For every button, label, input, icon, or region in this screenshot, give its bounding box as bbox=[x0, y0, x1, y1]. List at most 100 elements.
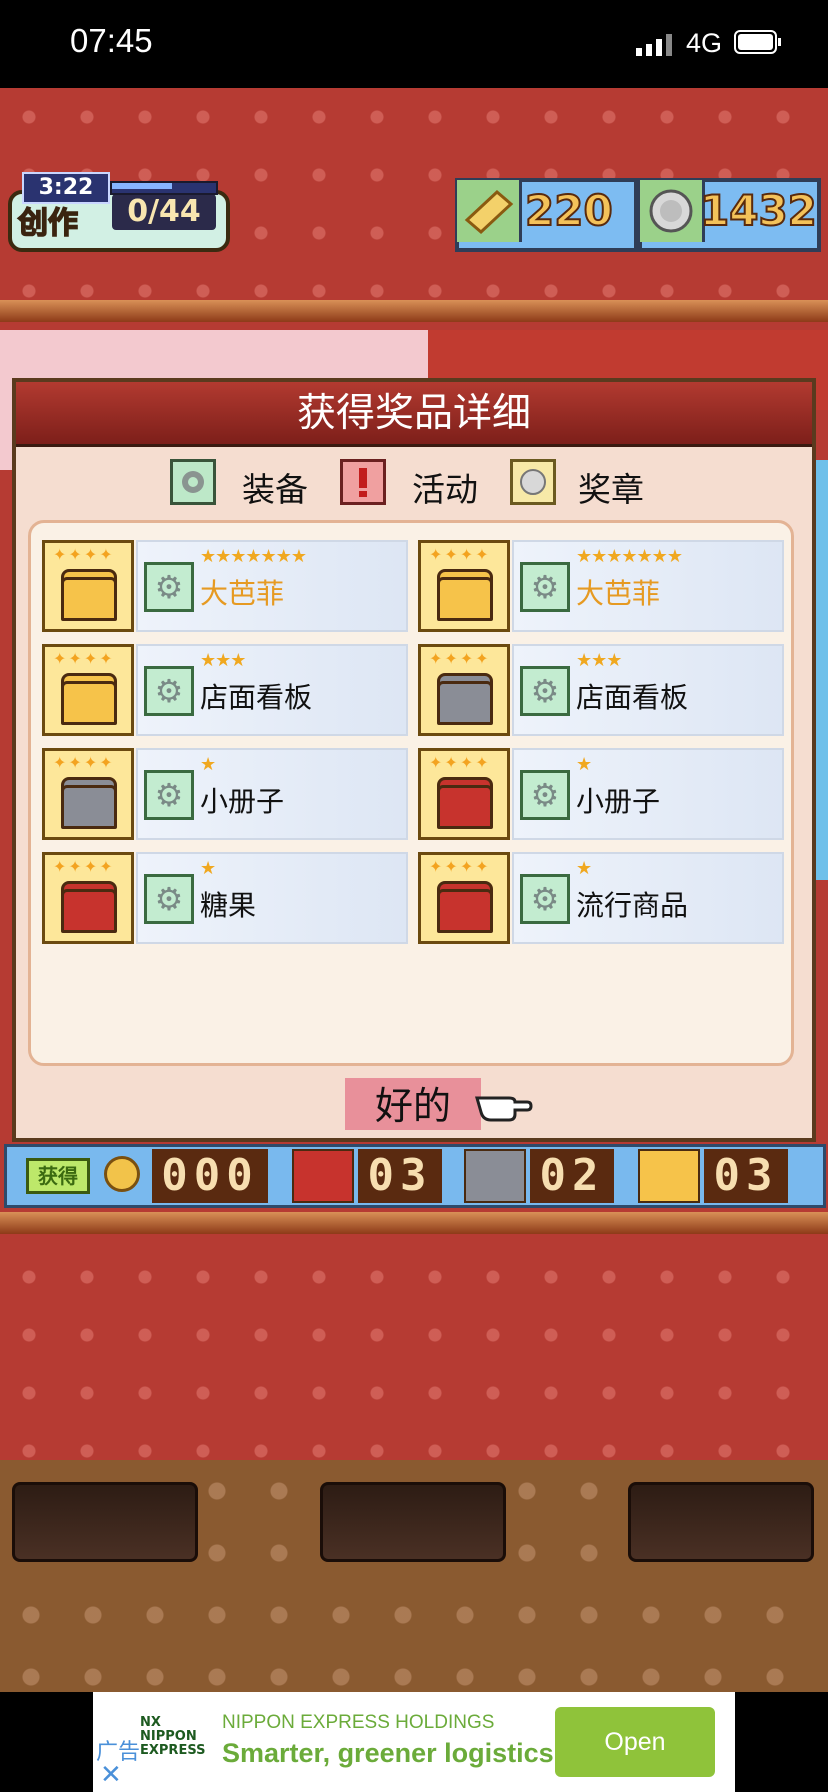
create-timer: 3:22 bbox=[22, 172, 110, 204]
gold-chest-icon: ✦✦✦✦ bbox=[418, 540, 510, 632]
equip-gear-icon: ⚙ bbox=[144, 666, 194, 716]
equip-gear-icon: ⚙ bbox=[144, 562, 194, 612]
red-chest-icon: ✦✦✦✦ bbox=[418, 748, 510, 840]
sparkle-icon: ✦✦✦✦ bbox=[53, 649, 115, 668]
gold-chest-icon bbox=[638, 1149, 700, 1203]
signal-icon bbox=[636, 34, 672, 56]
ticket-value: 220 bbox=[524, 185, 614, 236]
chest-body bbox=[437, 785, 493, 829]
red-chest-icon: ✦✦✦✦ bbox=[418, 852, 510, 944]
prize-info: ⚙ ★ 糖果 bbox=[136, 852, 408, 944]
prize-card: ✦✦✦✦ ⚙ ★ 流行商品 bbox=[418, 852, 784, 944]
chest-body bbox=[437, 889, 493, 933]
equip-gear-icon bbox=[170, 459, 216, 505]
prize-info: ⚙ ★★★ 店面看板 bbox=[512, 644, 784, 736]
prize-card: ✦✦✦✦ ⚙ ★★★★★★★ 大芭菲 bbox=[42, 540, 408, 632]
prize-card: ✦✦✦✦ ⚙ ★★★ 店面看板 bbox=[418, 644, 784, 736]
gold-chest-icon: ✦✦✦✦ bbox=[42, 644, 134, 736]
ticket-icon bbox=[457, 180, 522, 242]
prize-stars: ★★★★★★★ bbox=[576, 546, 683, 567]
silver-chest-icon: ✦✦✦✦ bbox=[42, 748, 134, 840]
sparkle-icon: ✦✦✦✦ bbox=[53, 545, 115, 564]
prize-info: ⚙ ★ 小册子 bbox=[512, 748, 784, 840]
prize-card: ✦✦✦✦ ⚙ ★★★★★★★ 大芭菲 bbox=[418, 540, 784, 632]
prize-name: 流行商品 bbox=[576, 889, 689, 922]
obtained-label: 获得 bbox=[26, 1158, 90, 1194]
ad-close-icon[interactable]: ✕ bbox=[100, 1760, 122, 1790]
prize-card: ✦✦✦✦ ⚙ ★★★ 店面看板 bbox=[42, 644, 408, 736]
equip-gear-icon: ⚙ bbox=[520, 874, 570, 924]
equip-gear-icon: ⚙ bbox=[520, 562, 570, 612]
chest-body bbox=[61, 681, 117, 725]
gold-chest-icon: ✦✦✦✦ bbox=[42, 540, 134, 632]
sparkle-icon: ✦✦✦✦ bbox=[429, 545, 491, 564]
sparkle-icon: ✦✦✦✦ bbox=[429, 649, 491, 668]
prize-stars: ★ bbox=[576, 754, 592, 775]
chest-body bbox=[61, 785, 117, 829]
prize-name: 大芭菲 bbox=[200, 577, 285, 610]
prize-name: 小册子 bbox=[200, 785, 285, 818]
wood-divider bbox=[0, 300, 828, 322]
legend-event-label: 活动 bbox=[412, 470, 478, 509]
chest-body bbox=[437, 681, 493, 725]
legend-equip-label: 装备 bbox=[242, 470, 308, 509]
ad-company: NIPPON EXPRESS HOLDINGS bbox=[222, 1712, 495, 1733]
equip-gear-icon: ⚙ bbox=[520, 770, 570, 820]
prize-card: ✦✦✦✦ ⚙ ★ 小册子 bbox=[418, 748, 784, 840]
create-count: 0/44 bbox=[112, 194, 216, 230]
silver-chest-count: 02 bbox=[530, 1149, 614, 1203]
prize-info: ⚙ ★ 小册子 bbox=[136, 748, 408, 840]
coin-medal-icon bbox=[104, 1156, 140, 1192]
red-chest-icon bbox=[292, 1149, 354, 1203]
prize-card: ✦✦✦✦ ⚙ ★ 小册子 bbox=[42, 748, 408, 840]
coin-icon bbox=[640, 180, 705, 242]
prize-name: 大芭菲 bbox=[576, 577, 661, 610]
ok-button-label[interactable]: 好的 bbox=[345, 1078, 481, 1134]
silver-chest-icon: ✦✦✦✦ bbox=[418, 644, 510, 736]
event-exclamation-icon bbox=[340, 459, 386, 505]
pointing-hand-icon bbox=[475, 1084, 533, 1134]
equip-gear-icon: ⚙ bbox=[144, 874, 194, 924]
prize-name: 店面看板 bbox=[200, 681, 313, 714]
create-label: 创作 bbox=[17, 205, 79, 242]
status-time: 07:45 bbox=[70, 22, 153, 59]
chest-body bbox=[437, 577, 493, 621]
create-progress-fill bbox=[112, 183, 172, 189]
gold-chest-count: 03 bbox=[704, 1149, 788, 1203]
prize-name: 店面看板 bbox=[576, 681, 689, 714]
silver-chest-icon bbox=[464, 1149, 526, 1203]
prize-info: ⚙ ★★★★★★★ 大芭菲 bbox=[512, 540, 784, 632]
prize-stars: ★ bbox=[576, 858, 592, 879]
display-slot[interactable] bbox=[628, 1482, 814, 1562]
prize-stars: ★★★★★★★ bbox=[200, 546, 307, 567]
chest-body bbox=[61, 889, 117, 933]
prize-info: ⚙ ★ 流行商品 bbox=[512, 852, 784, 944]
display-slot[interactable] bbox=[12, 1482, 198, 1562]
prize-stars: ★★★ bbox=[576, 650, 622, 671]
ad-headline: Smarter, greener logistics bbox=[222, 1738, 554, 1768]
sparkle-icon: ✦✦✦✦ bbox=[429, 753, 491, 772]
sparkle-icon: ✦✦✦✦ bbox=[53, 857, 115, 876]
display-slot[interactable] bbox=[320, 1482, 506, 1562]
chest-body bbox=[61, 577, 117, 621]
prize-name: 糖果 bbox=[200, 889, 257, 922]
equip-gear-icon: ⚙ bbox=[520, 666, 570, 716]
prize-info: ⚙ ★★★★★★★ 大芭菲 bbox=[136, 540, 408, 632]
ad-open-button[interactable]: Open bbox=[555, 1707, 715, 1777]
legend-medal-label: 奖章 bbox=[578, 470, 644, 509]
medal-icon bbox=[510, 459, 556, 505]
prize-stars: ★ bbox=[200, 754, 216, 775]
equip-gear-icon: ⚙ bbox=[144, 770, 194, 820]
sparkle-icon: ✦✦✦✦ bbox=[53, 753, 115, 772]
prize-info: ⚙ ★★★ 店面看板 bbox=[136, 644, 408, 736]
red-chest-count: 03 bbox=[358, 1149, 442, 1203]
prize-card: ✦✦✦✦ ⚙ ★ 糖果 bbox=[42, 852, 408, 944]
dialog-title: 获得奖品详细 bbox=[296, 391, 531, 436]
wood-divider bbox=[0, 1212, 828, 1234]
prize-stars: ★ bbox=[200, 858, 216, 879]
battery-icon bbox=[734, 30, 781, 54]
red-chest-icon: ✦✦✦✦ bbox=[42, 852, 134, 944]
coin-value: 1432 bbox=[699, 185, 818, 236]
sparkle-icon: ✦✦✦✦ bbox=[429, 857, 491, 876]
ad-logo: NX NIPPON EXPRESS bbox=[140, 1715, 206, 1758]
